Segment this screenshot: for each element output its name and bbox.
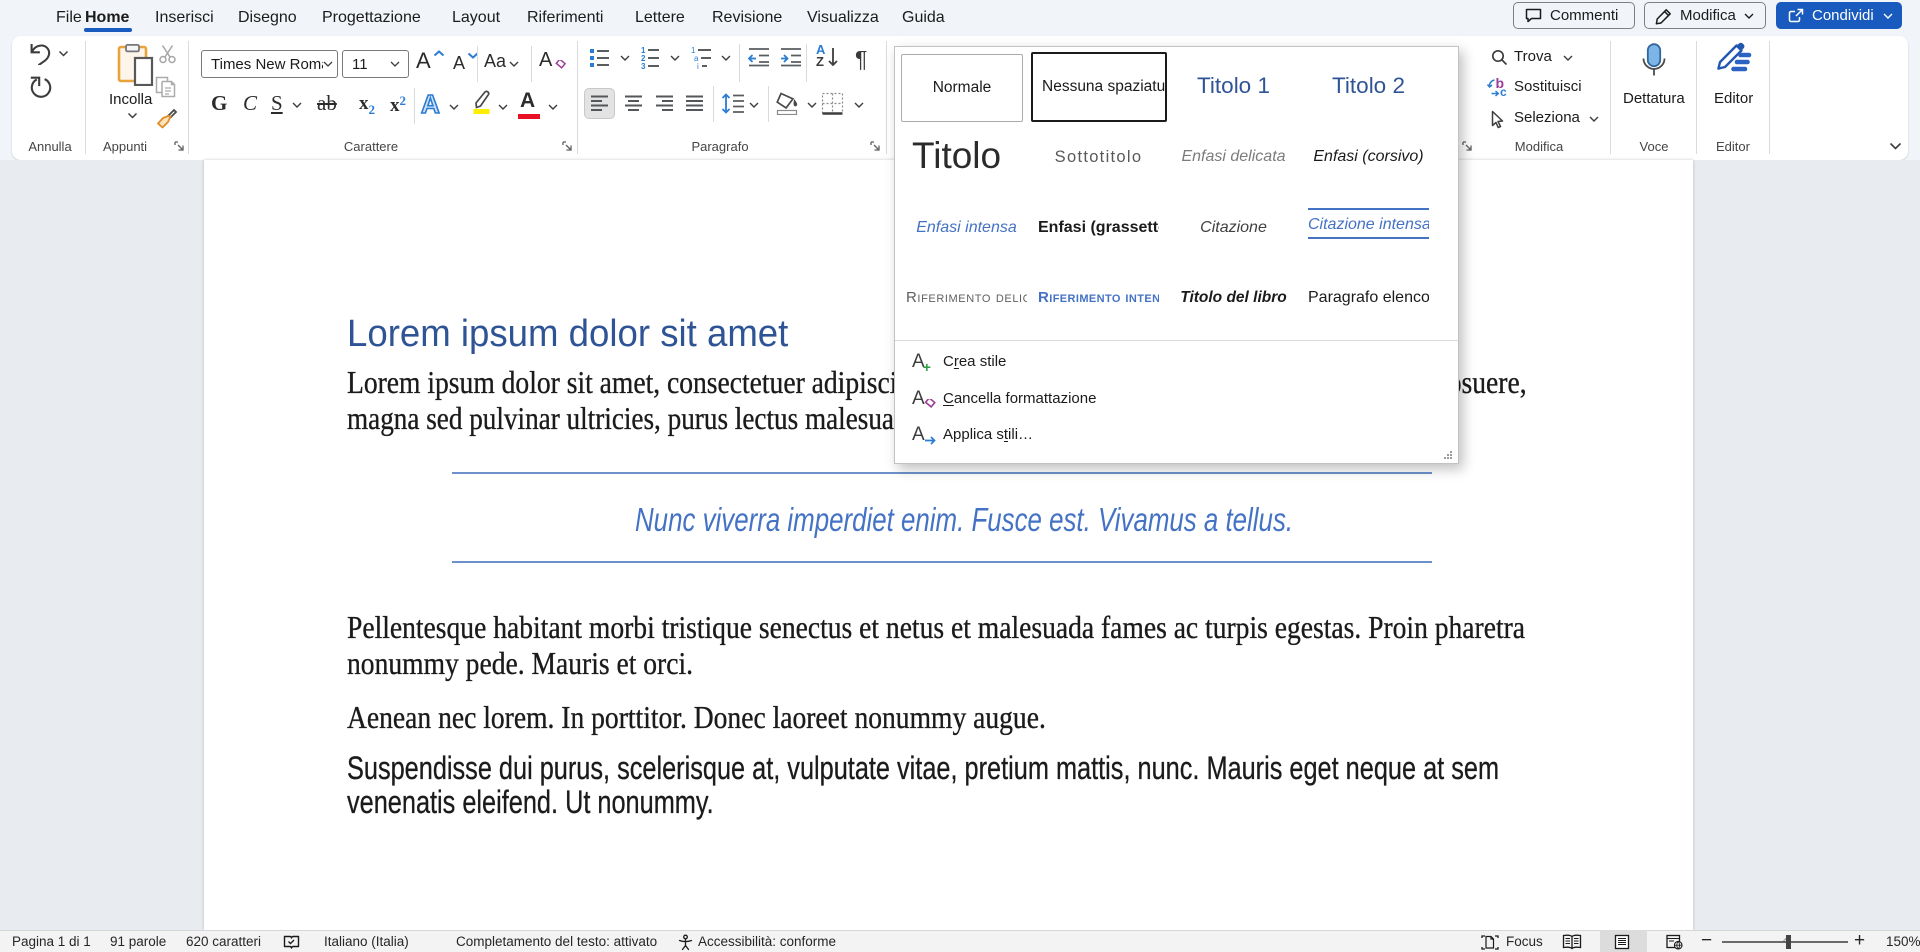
svg-text:3: 3	[641, 62, 646, 70]
svg-text:i: i	[697, 62, 699, 70]
svg-text:c: c	[1500, 85, 1507, 97]
